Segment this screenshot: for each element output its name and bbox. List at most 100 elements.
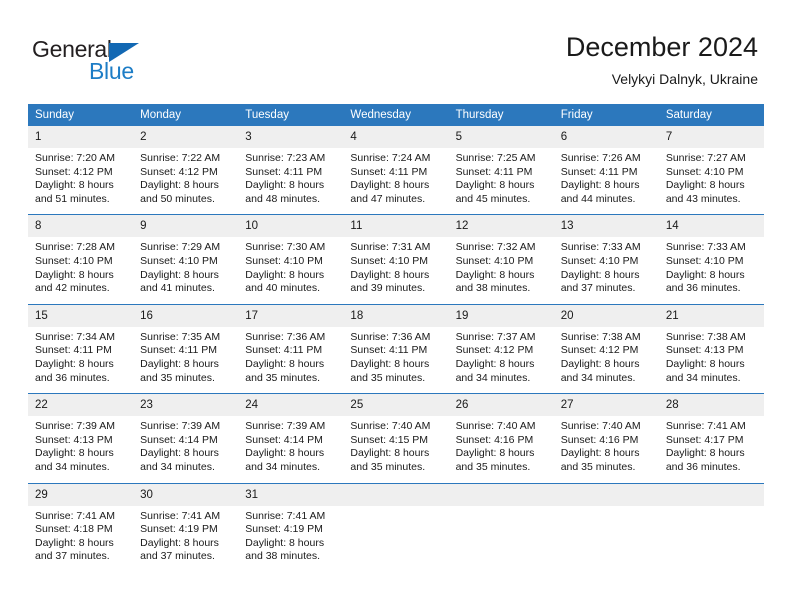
day-details: Sunrise: 7:36 AM Sunset: 4:11 PM Dayligh… xyxy=(238,327,343,393)
daylight-text-line1: Daylight: 8 hours xyxy=(350,179,430,192)
sunrise-text: Sunrise: 7:31 AM xyxy=(350,241,431,254)
calendar-day-cell-empty xyxy=(553,482,659,572)
calendar-day-cell[interactable]: 22 Sunrise: 7:39 AM Sunset: 4:13 PM Dayl… xyxy=(28,393,134,483)
calendar-day-cell[interactable]: 26 Sunrise: 7:40 AM Sunset: 4:16 PM Dayl… xyxy=(448,393,554,483)
day-details xyxy=(343,506,448,560)
sunrise-sunset-calendar: Sunday Monday Tuesday Wednesday Thursday… xyxy=(28,104,764,572)
sunset-text: Sunset: 4:11 PM xyxy=(455,165,533,178)
calendar-day-cell[interactable]: 16 Sunrise: 7:35 AM Sunset: 4:11 PM Dayl… xyxy=(133,303,239,394)
daylight-text-line1: Daylight: 8 hours xyxy=(35,179,114,192)
calendar-day-cell[interactable]: 12 Sunrise: 7:32 AM Sunset: 4:10 PM Dayl… xyxy=(448,214,554,305)
day-number: 14 xyxy=(658,215,764,238)
calendar-day-cell[interactable]: 14 Sunrise: 7:33 AM Sunset: 4:10 PM Dayl… xyxy=(658,214,764,305)
calendar-day-cell[interactable]: 3 Sunrise: 7:23 AM Sunset: 4:11 PM Dayli… xyxy=(238,126,344,215)
sunrise-text: Sunrise: 7:33 AM xyxy=(665,241,746,254)
day-details: Sunrise: 7:37 AM Sunset: 4:12 PM Dayligh… xyxy=(449,327,554,393)
sunrise-text: Sunrise: 7:41 AM xyxy=(665,420,746,433)
sunrise-text: Sunrise: 7:27 AM xyxy=(665,152,746,164)
day-details: Sunrise: 7:25 AM Sunset: 4:11 PM Dayligh… xyxy=(449,148,554,214)
calendar-day-cell[interactable]: 2 Sunrise: 7:22 AM Sunset: 4:12 PM Dayli… xyxy=(133,126,239,215)
day-number: 13 xyxy=(553,215,659,238)
daylight-text-line1: Daylight: 8 hours xyxy=(350,447,430,460)
calendar-week-row: 15 Sunrise: 7:34 AM Sunset: 4:11 PM Dayl… xyxy=(28,303,764,394)
calendar-header-row: Sunday Monday Tuesday Wednesday Thursday… xyxy=(28,104,764,126)
day-number xyxy=(658,483,764,506)
calendar-day-cell[interactable]: 8 Sunrise: 7:28 AM Sunset: 4:10 PM Dayli… xyxy=(28,214,134,305)
calendar-day-cell[interactable]: 7 Sunrise: 7:27 AM Sunset: 4:10 PM Dayli… xyxy=(658,126,764,215)
calendar-day-cell[interactable]: 24 Sunrise: 7:39 AM Sunset: 4:14 PM Dayl… xyxy=(238,393,344,483)
weekday-header-saturday: Saturday xyxy=(658,104,764,126)
sunset-text: Sunset: 4:15 PM xyxy=(350,433,429,446)
day-details: Sunrise: 7:41 AM Sunset: 4:19 PM Dayligh… xyxy=(133,506,238,572)
sunset-text: Sunset: 4:12 PM xyxy=(140,165,218,178)
calendar-day-cell[interactable]: 4 Sunrise: 7:24 AM Sunset: 4:11 PM Dayli… xyxy=(343,126,449,215)
day-number xyxy=(343,483,449,506)
daylight-text-line2: and 48 minutes. xyxy=(245,192,320,205)
day-number: 6 xyxy=(553,126,659,148)
daylight-text-line2: and 34 minutes. xyxy=(140,460,215,473)
day-details: Sunrise: 7:39 AM Sunset: 4:14 PM Dayligh… xyxy=(238,416,343,482)
sunset-text: Sunset: 4:10 PM xyxy=(140,254,218,267)
logo-text-blue: Blue xyxy=(89,58,134,84)
calendar-day-cell[interactable]: 5 Sunrise: 7:25 AM Sunset: 4:11 PM Dayli… xyxy=(448,126,554,215)
calendar-day-cell[interactable]: 11 Sunrise: 7:31 AM Sunset: 4:10 PM Dayl… xyxy=(343,214,449,305)
sunset-text: Sunset: 4:14 PM xyxy=(140,433,218,446)
daylight-text-line2: and 38 minutes. xyxy=(455,282,531,295)
daylight-text-line2: and 39 minutes. xyxy=(350,282,426,295)
day-details: Sunrise: 7:38 AM Sunset: 4:12 PM Dayligh… xyxy=(554,327,659,393)
daylight-text-line2: and 35 minutes. xyxy=(350,371,426,384)
title-block: December 2024 Velykyi Dalnyk, Ukraine xyxy=(566,30,758,88)
day-number: 22 xyxy=(28,394,134,417)
sunrise-text: Sunrise: 7:30 AM xyxy=(245,241,326,254)
day-number: 28 xyxy=(658,394,764,417)
day-details: Sunrise: 7:28 AM Sunset: 4:10 PM Dayligh… xyxy=(28,237,133,303)
day-number: 15 xyxy=(28,304,134,327)
day-number: 7 xyxy=(658,126,764,148)
sunrise-text: Sunrise: 7:33 AM xyxy=(560,241,641,254)
daylight-text-line2: and 37 minutes. xyxy=(140,550,215,563)
weekday-header-thursday: Thursday xyxy=(448,104,554,126)
calendar-body: 1 Sunrise: 7:20 AM Sunset: 4:12 PM Dayli… xyxy=(28,126,764,572)
daylight-text-line1: Daylight: 8 hours xyxy=(245,357,325,370)
day-number: 29 xyxy=(28,483,134,506)
calendar-day-cell[interactable]: 20 Sunrise: 7:38 AM Sunset: 4:12 PM Dayl… xyxy=(553,303,659,394)
daylight-text-line2: and 34 minutes. xyxy=(455,371,531,384)
calendar-day-cell[interactable]: 25 Sunrise: 7:40 AM Sunset: 4:15 PM Dayl… xyxy=(343,393,449,483)
day-details: Sunrise: 7:31 AM Sunset: 4:10 PM Dayligh… xyxy=(343,237,448,303)
calendar-day-cell[interactable]: 10 Sunrise: 7:30 AM Sunset: 4:10 PM Dayl… xyxy=(238,214,344,305)
calendar-day-cell[interactable]: 1 Sunrise: 7:20 AM Sunset: 4:12 PM Dayli… xyxy=(28,126,134,215)
day-details: Sunrise: 7:24 AM Sunset: 4:11 PM Dayligh… xyxy=(343,148,448,214)
sunrise-text: Sunrise: 7:26 AM xyxy=(560,152,641,164)
calendar-day-cell[interactable]: 29 Sunrise: 7:41 AM Sunset: 4:18 PM Dayl… xyxy=(28,482,134,572)
daylight-text-line1: Daylight: 8 hours xyxy=(455,268,535,281)
day-number: 9 xyxy=(133,215,239,238)
calendar-day-cell[interactable]: 13 Sunrise: 7:33 AM Sunset: 4:10 PM Dayl… xyxy=(553,214,659,305)
calendar-day-cell[interactable]: 18 Sunrise: 7:36 AM Sunset: 4:11 PM Dayl… xyxy=(343,303,449,394)
calendar-week-row: 1 Sunrise: 7:20 AM Sunset: 4:12 PM Dayli… xyxy=(28,126,764,215)
day-number: 30 xyxy=(133,483,239,506)
calendar-day-cell[interactable]: 19 Sunrise: 7:37 AM Sunset: 4:12 PM Dayl… xyxy=(448,303,554,394)
calendar-day-cell[interactable]: 6 Sunrise: 7:26 AM Sunset: 4:11 PM Dayli… xyxy=(553,126,659,215)
sunset-text: Sunset: 4:19 PM xyxy=(140,523,218,536)
calendar-day-cell[interactable]: 23 Sunrise: 7:39 AM Sunset: 4:14 PM Dayl… xyxy=(133,393,239,483)
calendar-day-cell[interactable]: 21 Sunrise: 7:38 AM Sunset: 4:13 PM Dayl… xyxy=(658,303,764,394)
day-details xyxy=(659,506,764,560)
day-number: 16 xyxy=(133,304,239,327)
page-header: General Blue December 2024 Velykyi Dalny… xyxy=(0,0,792,100)
calendar-day-cell[interactable]: 30 Sunrise: 7:41 AM Sunset: 4:19 PM Dayl… xyxy=(133,482,239,572)
sunrise-text: Sunrise: 7:32 AM xyxy=(455,241,536,254)
sunset-text: Sunset: 4:11 PM xyxy=(560,165,638,178)
calendar-day-cell[interactable]: 17 Sunrise: 7:36 AM Sunset: 4:11 PM Dayl… xyxy=(238,303,344,394)
weekday-header-tuesday: Tuesday xyxy=(238,104,344,126)
calendar-day-cell[interactable]: 9 Sunrise: 7:29 AM Sunset: 4:10 PM Dayli… xyxy=(133,214,239,305)
sunset-text: Sunset: 4:18 PM xyxy=(35,523,113,536)
calendar-day-cell[interactable]: 27 Sunrise: 7:40 AM Sunset: 4:16 PM Dayl… xyxy=(553,393,659,483)
sunset-text: Sunset: 4:11 PM xyxy=(245,165,323,178)
calendar-day-cell[interactable]: 31 Sunrise: 7:41 AM Sunset: 4:19 PM Dayl… xyxy=(238,482,344,572)
sunset-text: Sunset: 4:10 PM xyxy=(245,254,323,267)
calendar-day-cell[interactable]: 15 Sunrise: 7:34 AM Sunset: 4:11 PM Dayl… xyxy=(28,303,134,394)
calendar-day-cell[interactable]: 28 Sunrise: 7:41 AM Sunset: 4:17 PM Dayl… xyxy=(658,393,764,483)
day-number: 19 xyxy=(448,304,554,327)
sunset-text: Sunset: 4:13 PM xyxy=(665,344,744,357)
calendar-week-row: 8 Sunrise: 7:28 AM Sunset: 4:10 PM Dayli… xyxy=(28,214,764,305)
